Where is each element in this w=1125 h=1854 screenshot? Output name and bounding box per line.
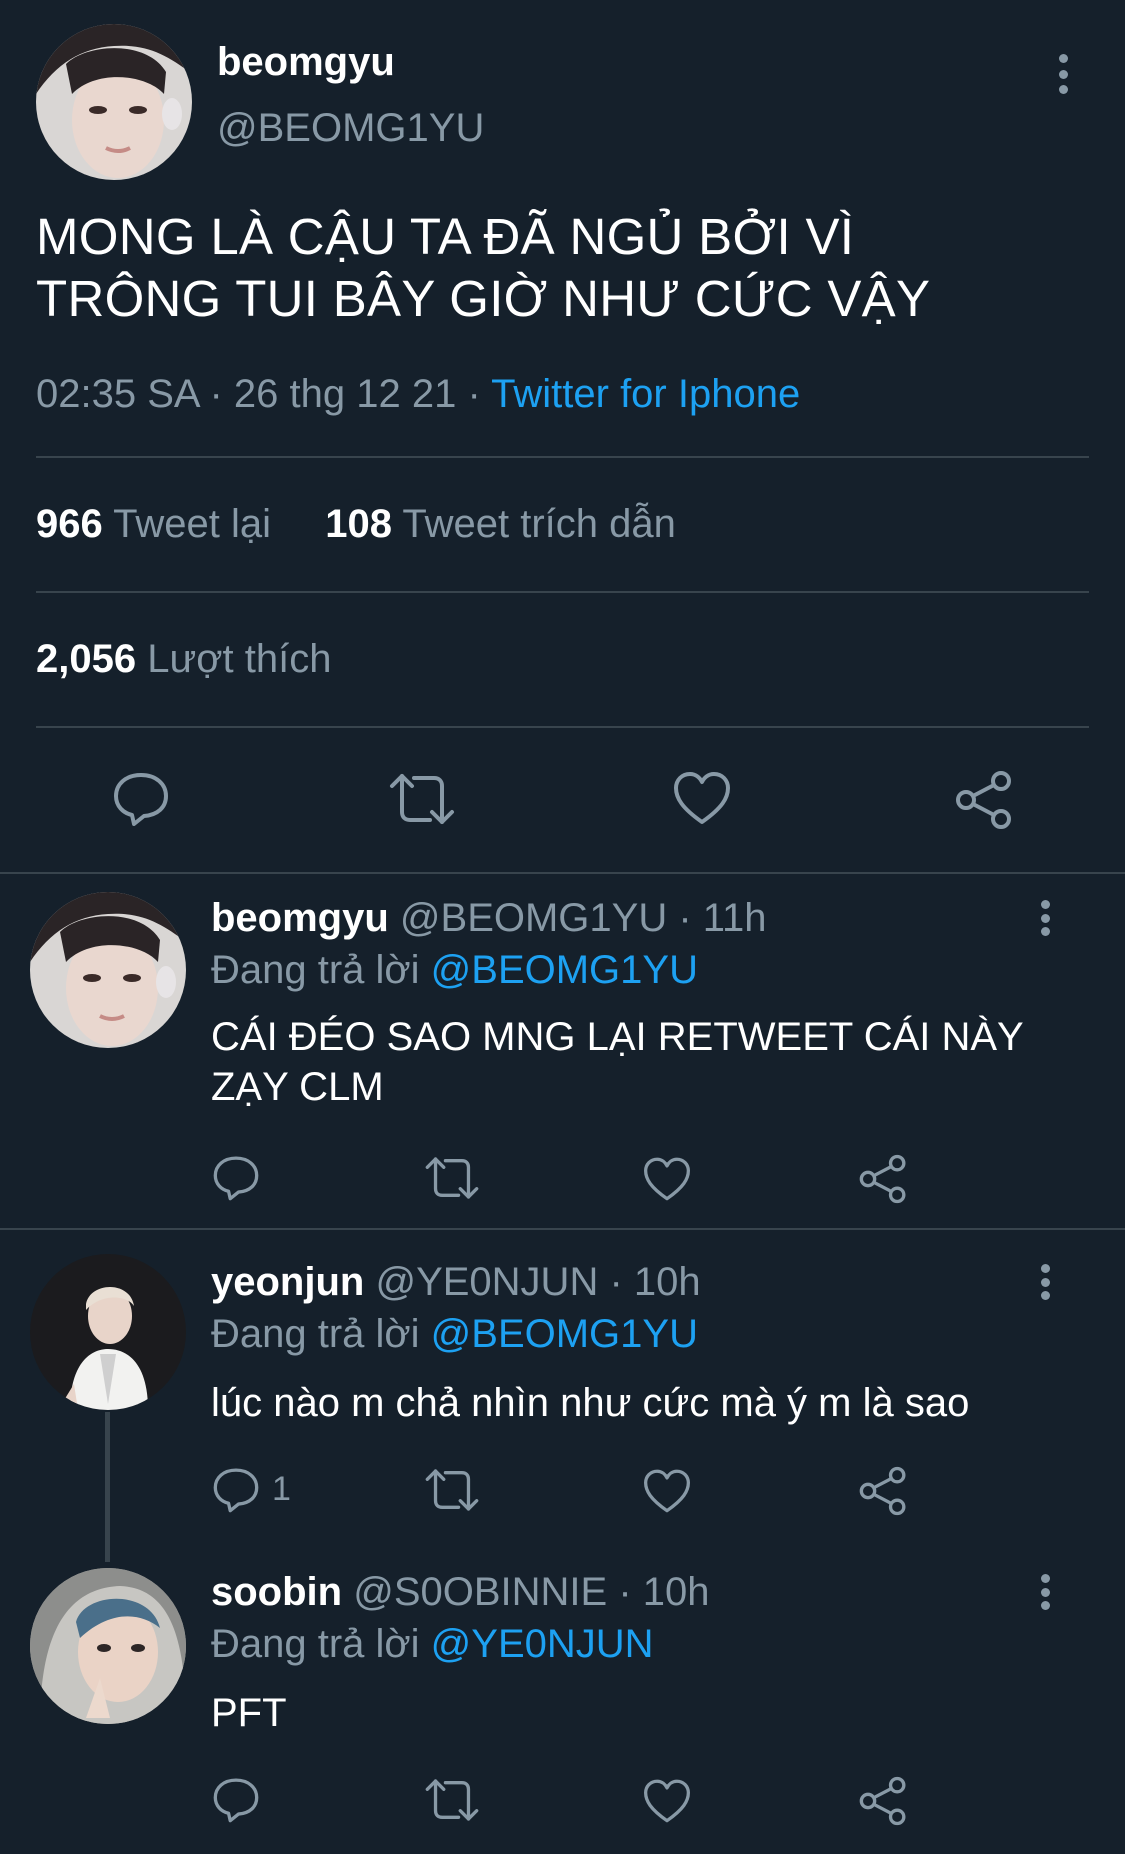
reply-icon [213, 1778, 259, 1823]
avatar[interactable] [30, 1568, 186, 1724]
retweet-icon [425, 1469, 479, 1511]
retweets-link[interactable]: 966 Tweet lại [36, 502, 271, 546]
reply-tweet[interactable]: yeonjun @YE0NJUN · 10h Đang trả lời @BEO… [0, 1230, 1125, 1562]
tweet-timestamp[interactable]: 02:35 SA · 26 thg 12 21 · [36, 372, 491, 416]
tweet-meta: 02:35 SA · 26 thg 12 21 · Twitter for Ip… [36, 372, 800, 417]
reply-header: soobin @S0OBINNIE · 10h [211, 1570, 710, 1615]
tweet-text: MONG LÀ CẬU TA ĐÃ NGỦ BỞI VÌ TRÔNG TUI B… [36, 206, 1086, 330]
more-icon[interactable] [1030, 900, 1060, 936]
replying-to-label: Đang trả lời [211, 1622, 431, 1666]
user-handle[interactable]: @BEOMG1YU [217, 106, 484, 151]
handle-and-time[interactable]: @YE0NJUN · 10h [364, 1260, 700, 1304]
like-button[interactable] [642, 1778, 692, 1824]
avatar[interactable] [30, 1254, 186, 1410]
main-tweet: beomgyu @BEOMG1YU MONG LÀ CẬU TA ĐÃ NGỦ … [0, 0, 1125, 874]
tweet-text-line: TRÔNG TUI BÂY GIỜ NHƯ CỨC VẬY [36, 270, 931, 327]
retweet-icon [425, 1157, 479, 1199]
share-icon [956, 771, 1011, 829]
retweet-icon [390, 774, 454, 824]
share-button[interactable] [858, 1776, 908, 1826]
retweets-label: Tweet lại [113, 502, 271, 546]
reply-count: 1 [272, 1470, 291, 1508]
likes-count: 2,056 [36, 637, 137, 681]
replying-to-mention[interactable]: @BEOMG1YU [431, 1312, 698, 1356]
handle-and-time[interactable]: @S0OBINNIE · 10h [342, 1570, 709, 1614]
reply-text-line: lúc nào m chả nhìn như cức mà ý m là sao [211, 1381, 970, 1425]
quotes-link[interactable]: 108 Tweet trích dẫn [325, 502, 676, 546]
likes-label: Lượt thích [147, 637, 332, 681]
share-icon [859, 1154, 906, 1204]
like-button[interactable] [672, 770, 732, 826]
reply-text: lúc nào m chả nhìn như cức mà ý m là sao [211, 1378, 1091, 1428]
reply-text-line: PFT [211, 1691, 287, 1735]
replying-to-label: Đang trả lời [211, 1312, 431, 1356]
retweet-button[interactable] [424, 1154, 480, 1202]
replying-to-mention[interactable]: @BEOMG1YU [431, 948, 698, 992]
replying-to-mention[interactable]: @YE0NJUN [431, 1622, 654, 1666]
reply-button[interactable] [212, 1154, 260, 1202]
retweet-button[interactable] [424, 1776, 480, 1824]
tweet-source-link[interactable]: Twitter for Iphone [491, 372, 800, 416]
reply-icon [213, 1156, 259, 1201]
retweet-button[interactable] [424, 1466, 480, 1514]
replying-to: Đang trả lời @YE0NJUN [211, 1622, 654, 1667]
share-button[interactable] [858, 1466, 908, 1516]
retweet-button[interactable] [388, 770, 456, 828]
reply-text: CÁI ĐÉO SAO MNG LẠI RETWEET CÁI NÀY ZẠY … [211, 1012, 1091, 1112]
more-icon[interactable] [1030, 1574, 1060, 1610]
display-name[interactable]: yeonjun [211, 1260, 364, 1304]
reply-header: beomgyu @BEOMG1YU · 11h [211, 896, 767, 941]
reply-text-line: CÁI ĐÉO SAO MNG LẠI RETWEET CÁI NÀY [211, 1015, 1024, 1059]
reply-tweet[interactable]: soobin @S0OBINNIE · 10h Đang trả lời @YE… [0, 1540, 1125, 1854]
replying-to: Đang trả lời @BEOMG1YU [211, 948, 698, 993]
like-icon [674, 772, 730, 824]
quotes-count: 108 [325, 502, 392, 546]
handle-and-time[interactable]: @BEOMG1YU · 11h [389, 896, 767, 940]
share-button[interactable] [858, 1154, 908, 1204]
tweet-text-line: MONG LÀ CẬU TA ĐÃ NGỦ BỞI VÌ [36, 208, 855, 265]
reply-button[interactable] [112, 770, 170, 828]
display-name[interactable]: beomgyu [211, 896, 389, 940]
more-icon[interactable] [1048, 54, 1078, 94]
quotes-label: Tweet trích dẫn [402, 502, 676, 546]
reply-button[interactable] [212, 1776, 260, 1824]
share-icon [859, 1776, 906, 1826]
likes-stats[interactable]: 2,056 Lượt thích [36, 637, 331, 682]
tweet-detail-page: beomgyu @BEOMG1YU MONG LÀ CẬU TA ĐÃ NGỦ … [0, 0, 1125, 1854]
display-name[interactable]: soobin [211, 1570, 342, 1614]
more-icon[interactable] [1030, 1264, 1060, 1300]
reply-text-line: ZẠY CLM [211, 1065, 384, 1109]
retweet-stats: 966 Tweet lại 108 Tweet trích dẫn [36, 502, 676, 547]
avatar[interactable] [30, 892, 186, 1048]
like-icon [644, 1779, 690, 1823]
retweets-count: 966 [36, 502, 103, 546]
divider [36, 456, 1089, 458]
share-button[interactable] [954, 770, 1014, 830]
reply-header: yeonjun @YE0NJUN · 10h [211, 1260, 701, 1305]
reply-icon [114, 773, 168, 826]
reply-tweet[interactable]: beomgyu @BEOMG1YU · 11h Đang trả lời @BE… [0, 874, 1125, 1228]
share-icon [859, 1466, 906, 1516]
reply-text: PFT [211, 1688, 1091, 1738]
like-icon [644, 1157, 690, 1201]
like-icon [644, 1469, 690, 1513]
divider [36, 726, 1089, 728]
reply-button[interactable] [212, 1466, 260, 1514]
divider [36, 591, 1089, 593]
replying-to-label: Đang trả lời [211, 948, 431, 992]
reply-icon [213, 1468, 259, 1513]
replying-to: Đang trả lời @BEOMG1YU [211, 1312, 698, 1357]
avatar[interactable] [36, 24, 192, 180]
like-button[interactable] [642, 1156, 692, 1202]
like-button[interactable] [642, 1468, 692, 1514]
retweet-icon [425, 1779, 479, 1821]
display-name[interactable]: beomgyu [217, 40, 395, 85]
